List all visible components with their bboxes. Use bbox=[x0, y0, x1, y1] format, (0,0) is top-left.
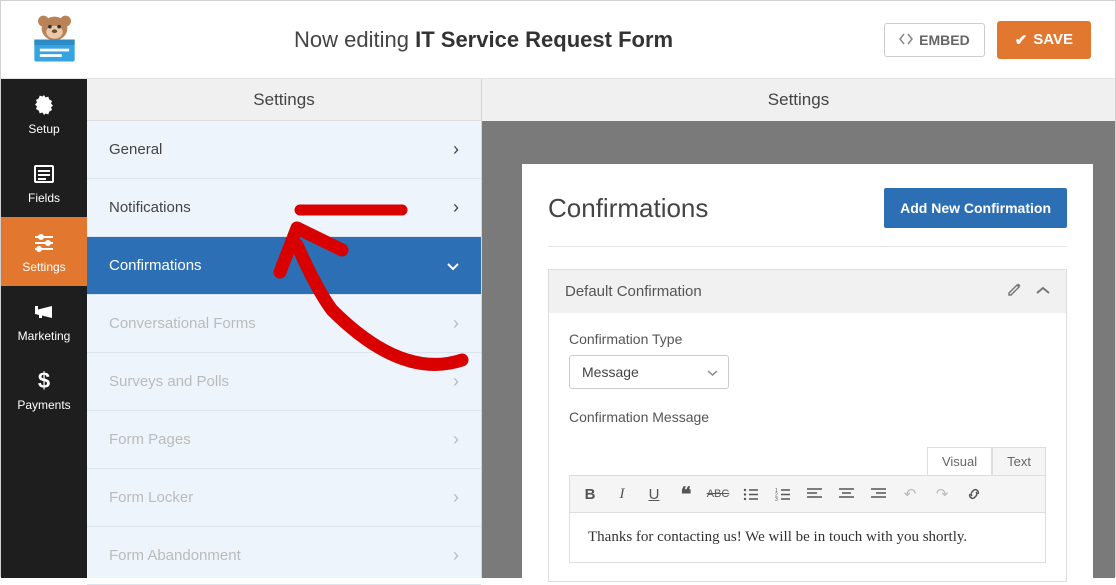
settings-sidebar: Settings General› Notifications› Confirm… bbox=[87, 79, 482, 578]
chevron-right-icon: › bbox=[453, 197, 459, 218]
underline-icon[interactable]: U bbox=[644, 484, 664, 504]
check-icon: ✔ bbox=[1015, 31, 1028, 49]
chevron-right-icon: › bbox=[453, 139, 459, 160]
page-title: Now editing IT Service Request Form bbox=[83, 27, 884, 53]
chevron-right-icon: › bbox=[453, 545, 459, 566]
number-list-icon[interactable]: 123 bbox=[772, 484, 792, 504]
chevron-right-icon: › bbox=[453, 487, 459, 508]
message-editor[interactable]: Thanks for contacting us! We will be in … bbox=[569, 513, 1046, 563]
sidebar-item-general[interactable]: General› bbox=[87, 121, 481, 179]
embed-button[interactable]: EMBED bbox=[884, 23, 985, 57]
gear-icon bbox=[32, 93, 56, 117]
save-button[interactable]: ✔ SAVE bbox=[997, 21, 1091, 59]
nav-settings[interactable]: Settings bbox=[1, 217, 87, 286]
editor-tab-visual[interactable]: Visual bbox=[927, 447, 992, 475]
svg-text:3: 3 bbox=[775, 497, 778, 501]
nav-marketing[interactable]: Marketing bbox=[1, 286, 87, 355]
align-left-icon[interactable] bbox=[804, 484, 824, 504]
header: Now editing IT Service Request Form EMBE… bbox=[1, 1, 1115, 79]
undo-icon[interactable]: ↶ bbox=[900, 484, 920, 504]
edit-icon[interactable] bbox=[1007, 282, 1022, 301]
editor-toolbar: B I U ❝ ABC 123 ↶ ↷ bbox=[569, 475, 1046, 513]
confirmation-card: Default Confirmation Confirmation Type M… bbox=[548, 269, 1067, 582]
nav-setup[interactable]: Setup bbox=[1, 79, 87, 148]
confirmation-type-label: Confirmation Type bbox=[569, 331, 1046, 347]
sidebar-item-surveys-polls[interactable]: Surveys and Polls› bbox=[87, 353, 481, 411]
chevron-down-icon bbox=[447, 255, 459, 276]
align-center-icon[interactable] bbox=[836, 484, 856, 504]
panel-heading: Confirmations bbox=[548, 193, 708, 224]
collapse-icon[interactable] bbox=[1036, 282, 1050, 301]
form-name: IT Service Request Form bbox=[415, 27, 673, 52]
sidebar-item-notifications[interactable]: Notifications› bbox=[87, 179, 481, 237]
megaphone-icon bbox=[32, 300, 56, 324]
confirmations-panel: Confirmations Add New Confirmation Defau… bbox=[522, 164, 1093, 578]
left-nav: Setup Fields Settings Marketing $ Paymen… bbox=[1, 79, 87, 578]
confirmation-message-label: Confirmation Message bbox=[569, 409, 1046, 425]
code-icon bbox=[899, 32, 913, 48]
link-icon[interactable] bbox=[964, 484, 984, 504]
sidebar-item-conversational-forms[interactable]: Conversational Forms› bbox=[87, 295, 481, 353]
logo bbox=[25, 11, 83, 69]
sidebar-item-form-pages[interactable]: Form Pages› bbox=[87, 411, 481, 469]
chevron-right-icon: › bbox=[453, 371, 459, 392]
redo-icon[interactable]: ↷ bbox=[932, 484, 952, 504]
list-icon bbox=[32, 162, 56, 186]
chevron-down-icon bbox=[707, 364, 718, 380]
section-heading: Settings bbox=[87, 79, 481, 121]
sidebar-item-form-abandonment[interactable]: Form Abandonment› bbox=[87, 527, 481, 585]
nav-payments[interactable]: $ Payments bbox=[1, 355, 87, 424]
italic-icon[interactable]: I bbox=[612, 484, 632, 504]
main-area: Settings Confirmations Add New Confirmat… bbox=[482, 79, 1115, 578]
strike-icon[interactable]: ABC bbox=[708, 484, 728, 504]
bold-icon[interactable]: B bbox=[580, 484, 600, 504]
quote-icon[interactable]: ❝ bbox=[676, 484, 696, 504]
confirmation-type-select[interactable]: Message bbox=[569, 355, 729, 389]
chevron-right-icon: › bbox=[453, 313, 459, 334]
title-prefix: Now editing bbox=[294, 27, 409, 52]
editor-tab-text[interactable]: Text bbox=[992, 447, 1046, 475]
nav-fields[interactable]: Fields bbox=[1, 148, 87, 217]
sidebar-item-form-locker[interactable]: Form Locker› bbox=[87, 469, 481, 527]
svg-text:$: $ bbox=[38, 369, 50, 393]
card-header: Default Confirmation bbox=[549, 270, 1066, 313]
sliders-icon bbox=[32, 231, 56, 255]
dollar-icon: $ bbox=[32, 369, 56, 393]
bullet-list-icon[interactable] bbox=[740, 484, 760, 504]
sidebar-item-confirmations[interactable]: Confirmations bbox=[87, 237, 481, 295]
card-title: Default Confirmation bbox=[565, 283, 702, 300]
add-confirmation-button[interactable]: Add New Confirmation bbox=[884, 188, 1067, 228]
chevron-right-icon: › bbox=[453, 429, 459, 450]
align-right-icon[interactable] bbox=[868, 484, 888, 504]
section-heading-right: Settings bbox=[482, 79, 1115, 121]
